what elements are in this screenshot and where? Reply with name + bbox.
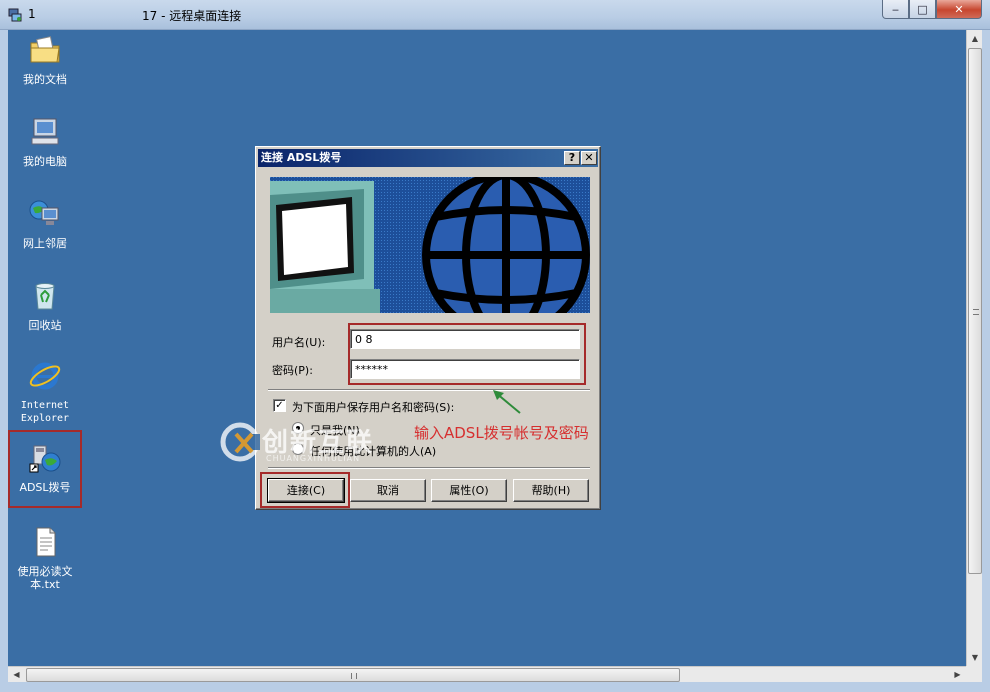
dialog-title: 连接 ADSL拨号 (258, 149, 598, 167)
session-number: 1 (28, 7, 36, 21)
desktop-icon-internet-explorer[interactable]: Internet Explorer (8, 360, 82, 425)
close-button[interactable]: ✕ (936, 0, 982, 19)
cancel-button[interactable]: 取消 (350, 479, 426, 502)
scroll-left-arrow-icon[interactable]: ◀ (8, 667, 25, 683)
icon-label: 回收站 (28, 319, 62, 332)
rdp-window-titlebar: 1 17 - 远程桌面连接 ‒ □ ✕ (0, 0, 990, 30)
window-frame-bottom (0, 682, 990, 692)
icon-label: 我的文档 (23, 73, 67, 86)
network-icon (29, 200, 59, 225)
help-button[interactable]: 帮助(H) (513, 479, 589, 502)
dialog-close-button[interactable]: ✕ (581, 151, 597, 165)
remote-desktop-icon (8, 8, 22, 22)
save-credentials-label: 为下面用户保存用户名和密码(S): (292, 401, 455, 414)
annotation-text: 输入ADSL拨号帐号及密码 (414, 424, 589, 442)
icon-label: 我的电脑 (23, 155, 67, 168)
maximize-button[interactable]: □ (909, 0, 936, 19)
folder-icon (30, 36, 60, 63)
recycle-bin-icon (35, 283, 55, 310)
annotation-arrow-icon (493, 390, 521, 414)
icon-label: Internet Explorer (20, 400, 70, 424)
properties-button[interactable]: 属性(O) (431, 479, 507, 502)
watermark-subtext: CHUANGXINHULIAN (266, 454, 361, 463)
credentials-highlight-box (348, 323, 586, 385)
password-label: 密码(P): (272, 364, 313, 377)
horizontal-scroll-thumb[interactable] (26, 668, 680, 682)
text-file-icon (36, 527, 56, 557)
scroll-up-arrow-icon[interactable]: ▲ (967, 30, 983, 47)
vertical-scrollbar[interactable]: ▲ ▼ (966, 30, 982, 666)
scroll-right-arrow-icon[interactable]: ▶ (949, 667, 966, 683)
scroll-down-arrow-icon[interactable]: ▼ (967, 649, 983, 666)
desktop-icon-my-computer[interactable]: 我的电脑 (8, 116, 82, 168)
save-credentials-checkbox[interactable]: ✓ (273, 399, 286, 412)
dialup-icon (29, 445, 61, 473)
username-label: 用户名(U): (272, 336, 326, 349)
computer-icon (31, 118, 59, 145)
minimize-button[interactable]: ‒ (882, 0, 909, 19)
separator (268, 389, 590, 391)
ie-icon (29, 362, 61, 390)
desktop-icon-recycle-bin[interactable]: 回收站 (8, 280, 82, 332)
window-frame-left (0, 30, 8, 682)
icon-label: ADSL拨号 (19, 481, 71, 494)
horizontal-scrollbar[interactable]: ◀ ▶ (8, 666, 966, 682)
network-banner-image (270, 177, 590, 313)
window-title: 17 - 远程桌面连接 (142, 9, 242, 23)
connect-highlight-box (260, 472, 350, 508)
desktop-icon-my-documents[interactable]: 我的文档 (8, 34, 82, 86)
vertical-scroll-thumb[interactable] (968, 48, 982, 574)
window-frame-right (982, 30, 990, 692)
watermark-logo: 创新互联 CHUANGXINHULIAN (218, 420, 398, 468)
icon-label: 网上邻居 (23, 237, 67, 250)
icon-label: 使用必读文本.txt (17, 565, 73, 591)
dialog-help-button[interactable]: ? (564, 151, 580, 165)
desktop-icon-adsl-dialup[interactable]: ADSL拨号 (8, 430, 82, 508)
desktop-icon-readme-txt[interactable]: 使用必读文本.txt (8, 526, 82, 591)
desktop-icon-network-places[interactable]: 网上邻居 (8, 198, 82, 250)
scrollbar-corner (966, 666, 982, 682)
watermark-logo-icon (220, 422, 260, 462)
